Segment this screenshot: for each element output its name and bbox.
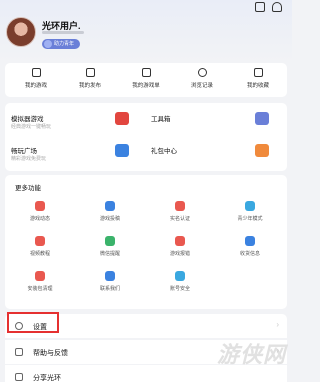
shipping-icon: [245, 236, 255, 246]
func-game-news[interactable]: 游戏动态: [5, 201, 75, 222]
func-wechat-remind[interactable]: 微信提醒: [75, 236, 145, 257]
more-functions-title: 更多功能: [15, 185, 41, 192]
tool-subtitle: 精彩游戏免费玩: [11, 156, 47, 162]
quick-my-games[interactable]: 我的游戏: [9, 65, 63, 89]
toolbox-icon: [255, 112, 269, 125]
real-name-icon: [175, 201, 185, 211]
shield-icon: [175, 271, 185, 281]
badge-icon: [44, 40, 52, 48]
profile-header: 光环用户. 助力青年: [0, 0, 292, 62]
help-label: 帮助与反馈: [33, 350, 68, 357]
tool-gift-center[interactable]: 礼包中心: [145, 139, 275, 167]
quick-label: 我的游戏单: [132, 83, 160, 89]
func-real-name[interactable]: 实名认证: [145, 201, 215, 222]
notification-icon[interactable]: [272, 2, 282, 12]
wechat-icon: [105, 236, 115, 246]
func-shipping-info[interactable]: 收货信息: [215, 236, 285, 257]
gift-icon: [255, 144, 269, 157]
tool-title: 畅玩广场: [11, 148, 37, 155]
clean-icon: [35, 271, 45, 281]
game-news-icon: [35, 201, 45, 211]
func-game-report[interactable]: 游戏报错: [145, 236, 215, 257]
func-package-clean[interactable]: 安装包清理: [5, 271, 75, 292]
tools-card: 模拟器游戏 经典游戏一键畅玩 工具箱 畅玩广场 精彩游戏免费玩 礼包中心: [5, 103, 287, 171]
more-functions-card: 更多功能 游戏动态 游戏投稿 实名认证 青少年模式 视频教程 微信提醒 游戏报错…: [5, 175, 287, 309]
quick-my-posts[interactable]: 我的发布: [63, 65, 117, 89]
user-id-tag: [42, 31, 84, 34]
func-game-submit[interactable]: 游戏投稿: [75, 201, 145, 222]
func-label: 微信提醒: [99, 251, 120, 257]
youth-mode-icon: [245, 201, 255, 211]
func-label: 实名认证: [169, 216, 190, 222]
gamelist-icon: [141, 68, 151, 77]
chevron-right-icon: ›: [276, 320, 279, 329]
quick-history[interactable]: 浏览记录: [175, 65, 229, 89]
func-label: 游戏动态: [29, 216, 50, 222]
game-submit-icon: [105, 201, 115, 211]
quick-label: 我的收藏: [246, 83, 269, 89]
report-icon: [175, 236, 185, 246]
checkin-icon[interactable]: [255, 2, 265, 12]
func-label: 游戏报错: [169, 251, 190, 257]
help-icon: [15, 348, 23, 356]
tool-toolbox[interactable]: 工具箱: [145, 107, 275, 135]
tool-play-square[interactable]: 畅玩广场 精彩游戏免费玩: [5, 139, 135, 167]
play-square-icon: [115, 144, 129, 157]
level-badge-label: 助力青年: [54, 41, 75, 47]
quick-favorites[interactable]: 我的收藏: [231, 65, 285, 89]
func-label: 联系我们: [99, 286, 120, 292]
quick-actions-card: 我的游戏 我的发布 我的游戏单 浏览记录 我的收藏: [5, 63, 287, 97]
func-contact-us[interactable]: 联系我们: [75, 271, 145, 292]
tool-title: 模拟器游戏: [11, 116, 44, 123]
gamepad-icon: [31, 68, 41, 77]
func-label: 安装包清理: [27, 286, 53, 292]
func-label: 游戏投稿: [99, 216, 120, 222]
quick-label: 浏览记录: [190, 83, 213, 89]
func-label: 收货信息: [239, 251, 260, 257]
func-label: 视频教程: [29, 251, 50, 257]
star-icon: [253, 68, 263, 77]
watermark: 游侠网: [216, 342, 286, 367]
tool-emulator-games[interactable]: 模拟器游戏 经典游戏一键畅玩: [5, 107, 135, 135]
video-icon: [35, 236, 45, 246]
func-youth-mode[interactable]: 青少年模式: [215, 201, 285, 222]
avatar[interactable]: [6, 17, 36, 47]
settings-highlight-box: [7, 312, 59, 333]
emulator-icon: [115, 112, 129, 125]
tool-title: 工具箱: [151, 116, 171, 123]
quick-label: 我的发布: [78, 83, 101, 89]
func-label: 青少年模式: [237, 216, 263, 222]
share-icon: [15, 373, 23, 381]
level-badge[interactable]: 助力青年: [42, 39, 81, 49]
history-icon: [197, 68, 207, 77]
func-account-security[interactable]: 账号安全: [145, 271, 215, 292]
quick-my-gamelists[interactable]: 我的游戏单: [119, 65, 173, 89]
quick-label: 我的游戏: [24, 83, 47, 89]
tool-subtitle: 经典游戏一键畅玩: [11, 124, 52, 130]
func-label: 账号安全: [169, 286, 190, 292]
publish-icon: [85, 68, 95, 77]
func-video-tutorial[interactable]: 视频教程: [5, 236, 75, 257]
share-label: 分享光环: [33, 375, 61, 382]
contact-icon: [105, 271, 115, 281]
tool-title: 礼包中心: [151, 148, 177, 155]
